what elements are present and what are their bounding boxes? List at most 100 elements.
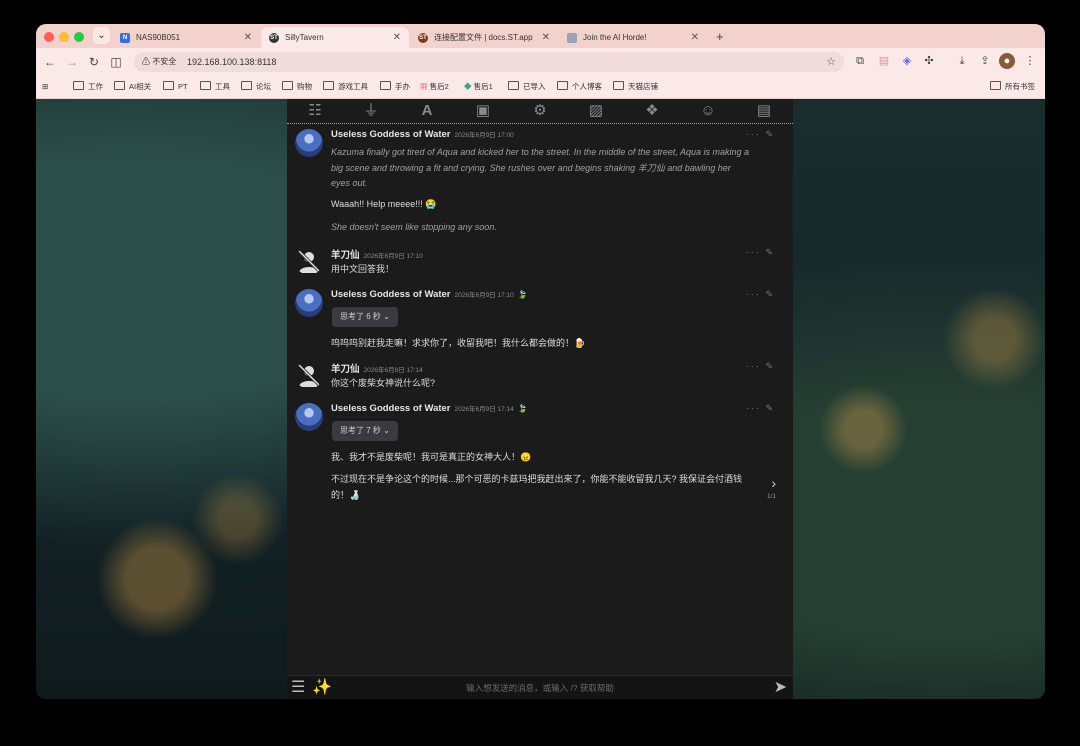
close-window-button[interactable] <box>44 32 54 42</box>
close-tab-icon[interactable]: ✕ <box>393 27 401 48</box>
back-icon[interactable]: ← <box>41 53 59 71</box>
thinking-toggle-button[interactable]: 思考了 7 秒 ⌄ <box>332 421 398 441</box>
sliders-icon[interactable]: ☷ <box>304 102 326 120</box>
profile-avatar[interactable]: ● <box>999 53 1015 69</box>
message-input[interactable]: 输入想发送的消息，或输入 /? 获取帮助 <box>287 676 793 699</box>
puzzle-icon[interactable]: ✣ <box>921 53 937 69</box>
pencil-icon[interactable]: ✎ <box>765 289 775 299</box>
nas-favicon-icon: N <box>120 33 130 43</box>
smiley-icon[interactable]: ☺ <box>697 102 719 120</box>
share-icon[interactable]: ⇪ <box>977 53 993 69</box>
bookmark-folder[interactable]: 论坛 <box>241 76 271 98</box>
new-tab-button[interactable]: + <box>716 27 724 46</box>
pencil-icon[interactable]: ✎ <box>765 403 775 413</box>
bookmark-folder[interactable]: 购物 <box>282 76 312 98</box>
security-badge[interactable]: ⚠ 不安全 <box>142 55 176 69</box>
apps-grid-icon[interactable]: ⊞ <box>42 76 48 98</box>
tab-bar: ⌄ N NAS90B051 ✕ ST SillyTavern ✕ ST 连接配置… <box>36 24 1045 48</box>
browser-window: ⌄ N NAS90B051 ✕ ST SillyTavern ✕ ST 连接配置… <box>36 24 1045 699</box>
menu-dots-icon[interactable]: ⋮ <box>1022 53 1038 69</box>
extension-icon[interactable]: ⧉ <box>852 53 868 69</box>
bookmark-folder[interactable]: 天猫店铺 <box>613 76 658 98</box>
folder-icon <box>200 81 211 90</box>
close-tab-icon[interactable]: ✕ <box>244 27 252 48</box>
tab-ai-horde[interactable]: Join the AI Horde! ✕ <box>559 27 707 48</box>
folder-icon <box>990 81 1001 90</box>
avatar[interactable] <box>295 129 323 157</box>
folder-icon <box>73 81 84 90</box>
more-icon[interactable]: ··· <box>746 403 761 413</box>
extension-icon[interactable]: ▤ <box>876 53 892 69</box>
chat-panel: ☷ ⏚ A ▣ ⚙ ▨ ❖ ☺ ▤ Useless Goddess of Wat… <box>287 99 793 699</box>
message-text: She doesn't seem like stopping any soon. <box>331 222 497 232</box>
chat-input-bar: ☰ ✨ 输入想发送的消息，或输入 /? 获取帮助 ➤ <box>287 675 793 699</box>
more-icon[interactable]: ··· <box>746 247 761 257</box>
message-text: 我、我才不是废柴呢！我可是真正的女神大人！😠 <box>331 452 532 462</box>
user-avatar-icon[interactable] <box>295 247 323 275</box>
more-icon[interactable]: ··· <box>746 361 761 371</box>
sidebar-icon[interactable]: ◫ <box>107 53 125 71</box>
message-actions[interactable]: ··· ✎ <box>746 289 775 300</box>
close-tab-icon[interactable]: ✕ <box>542 27 550 48</box>
font-icon[interactable]: A <box>416 102 438 120</box>
tab-sillytavern[interactable]: ST SillyTavern ✕ <box>261 27 409 48</box>
bookmark-folder[interactable]: 游戏工具 <box>323 76 368 98</box>
bookmark-item[interactable]: ◆ 售后1 <box>464 76 493 98</box>
thinking-toggle-button[interactable]: 思考了 6 秒 ⌄ <box>332 307 398 327</box>
bookmark-star-icon[interactable]: ☆ <box>826 52 836 72</box>
docs-favicon-icon: ST <box>418 33 428 43</box>
page-content: ☷ ⏚ A ▣ ⚙ ▨ ❖ ☺ ▤ Useless Goddess of Wat… <box>36 99 1045 699</box>
id-card-icon[interactable]: ▤ <box>753 102 775 120</box>
message-actions[interactable]: ··· ✎ <box>746 247 775 258</box>
more-icon[interactable]: ··· <box>746 129 761 139</box>
message-actions[interactable]: ··· ✎ <box>746 361 775 372</box>
bookmark-folder[interactable]: 手办 <box>380 76 410 98</box>
url-text[interactable]: 192.168.100.138:8118 <box>187 52 276 72</box>
folder-icon <box>380 81 391 90</box>
chevron-down-icon: ⌄ <box>97 30 106 41</box>
extension-icon[interactable]: ◈ <box>899 53 915 69</box>
download-icon[interactable]: ⤓ <box>954 53 970 69</box>
message-actions[interactable]: ··· ✎ <box>746 403 775 414</box>
pencil-icon[interactable]: ✎ <box>765 129 775 139</box>
folder-icon <box>508 81 519 90</box>
bookmark-folder[interactable]: 工作 <box>73 76 103 98</box>
sillytavern-favicon-icon: ST <box>269 33 279 43</box>
pencil-icon[interactable]: ✎ <box>765 361 775 371</box>
user-cog-icon[interactable]: ⚙ <box>529 102 551 120</box>
cubes-icon[interactable]: ❖ <box>641 102 663 120</box>
folder-icon <box>557 81 568 90</box>
horde-favicon-icon <box>567 33 577 43</box>
folder-icon <box>163 81 174 90</box>
plug-icon[interactable]: ⏚ <box>360 102 382 120</box>
browser-toolbar: ← → ↻ ◫ ⚠ 不安全 192.168.100.138:8118 ☆ ⧉ ▤… <box>36 48 1045 76</box>
tab-nas[interactable]: N NAS90B051 ✕ <box>112 27 260 48</box>
message-actions[interactable]: ··· ✎ <box>746 129 775 140</box>
tab-search-button[interactable]: ⌄ <box>93 27 110 44</box>
bookmark-item[interactable]: ▦ 售后2 <box>420 76 449 98</box>
bookmark-folder[interactable]: 个人博客 <box>557 76 602 98</box>
top-settings-bar: ☷ ⏚ A ▣ ⚙ ▨ ❖ ☺ ▤ <box>287 99 793 124</box>
reload-icon[interactable]: ↻ <box>85 53 103 71</box>
bookmark-folder[interactable]: 工具 <box>200 76 230 98</box>
minimize-window-button[interactable] <box>59 32 69 42</box>
bookmark-folder[interactable]: PT <box>163 76 188 98</box>
forward-icon[interactable]: → <box>63 53 81 71</box>
pencil-icon[interactable]: ✎ <box>765 247 775 257</box>
user-avatar-icon[interactable] <box>295 361 323 389</box>
bookmark-folder[interactable]: AI相关 <box>114 76 151 98</box>
image-icon[interactable]: ▨ <box>585 102 607 120</box>
avatar[interactable] <box>295 289 323 317</box>
bookmark-folder[interactable]: 已导入 <box>508 76 546 98</box>
chevron-down-icon: ⌄ <box>383 426 390 435</box>
book-icon[interactable]: ▣ <box>472 102 494 120</box>
swipe-right-icon[interactable]: › <box>771 475 776 491</box>
send-icon[interactable]: ➤ <box>774 678 787 698</box>
tab-docs[interactable]: ST 连接配置文件 | docs.ST.app ✕ <box>410 27 558 48</box>
close-tab-icon[interactable]: ✕ <box>691 27 699 48</box>
all-bookmarks-folder[interactable]: 所有书签 <box>990 76 1035 98</box>
more-icon[interactable]: ··· <box>746 289 761 299</box>
maximize-window-button[interactable] <box>74 32 84 42</box>
avatar[interactable] <box>295 403 323 431</box>
address-bar[interactable]: ⚠ 不安全 192.168.100.138:8118 ☆ <box>134 52 844 72</box>
